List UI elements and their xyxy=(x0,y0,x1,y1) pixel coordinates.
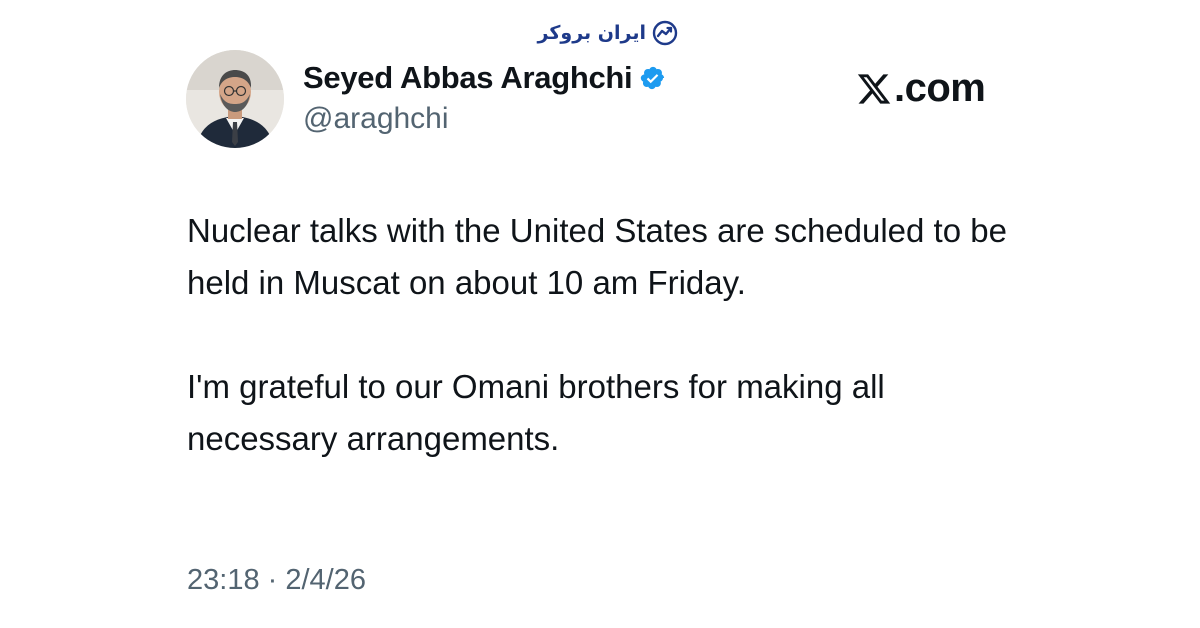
brand: .com xyxy=(856,66,986,111)
x-logo-icon xyxy=(856,71,892,107)
watermark-text: ایران بروکر xyxy=(537,22,646,44)
tweet-paragraph: I'm grateful to our Omani brothers for m… xyxy=(187,368,885,457)
avatar[interactable] xyxy=(186,50,284,148)
display-name[interactable]: Seyed Abbas Araghchi xyxy=(303,60,633,96)
watermark: ایران بروکر xyxy=(528,18,678,48)
tweet-paragraph: Nuclear talks with the United States are… xyxy=(187,212,1007,301)
growth-chart-icon xyxy=(652,20,678,46)
display-name-row: Seyed Abbas Araghchi xyxy=(303,60,666,96)
verified-badge-icon xyxy=(640,65,666,91)
timestamp[interactable]: 23:18 · 2/4/26 xyxy=(187,564,366,597)
handle[interactable]: @araghchi xyxy=(303,102,449,136)
profile-photo xyxy=(186,50,284,148)
brand-text: .com xyxy=(894,66,986,110)
tweet-text: Nuclear talks with the United States are… xyxy=(187,205,1017,465)
